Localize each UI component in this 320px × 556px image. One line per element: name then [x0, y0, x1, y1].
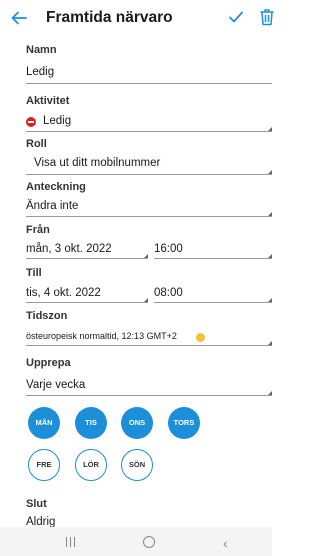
to-label: Till: [26, 267, 42, 279]
back-chevron-icon[interactable]: ‹: [223, 535, 228, 551]
dropdown-arrow-icon: [144, 254, 148, 258]
note-underline: [26, 216, 272, 217]
note-label: Anteckning: [26, 181, 86, 193]
timezone-select[interactable]: östeuropeisk normaltid, 12:13 GMT+2: [26, 331, 177, 341]
dropdown-arrow-icon: [268, 127, 272, 131]
name-field[interactable]: Ledig: [26, 66, 54, 78]
dropdown-arrow-icon: [268, 391, 272, 395]
from-date-picker[interactable]: mån, 3 okt. 2022: [26, 243, 112, 255]
end-select[interactable]: Aldrig: [26, 516, 55, 527]
to-time-underline: [154, 302, 272, 303]
home-circle-icon[interactable]: [143, 536, 155, 548]
page-title: Framtida närvaro: [46, 9, 173, 26]
trash-icon[interactable]: [259, 8, 275, 26]
name-label: Namn: [26, 44, 57, 56]
role-select[interactable]: Visa ut ditt mobilnummer: [34, 157, 160, 169]
system-nav-bar: ‹: [0, 527, 272, 556]
from-time-underline: [154, 258, 272, 259]
activity-label: Aktivitet: [26, 95, 70, 107]
recent-apps-icon[interactable]: [66, 537, 76, 547]
day-toggle-fri[interactable]: FRE: [28, 449, 60, 481]
dropdown-arrow-icon: [144, 298, 148, 302]
repeat-label: Upprepa: [26, 357, 71, 369]
smiley-icon: [196, 333, 205, 342]
app-bar: Framtida närvaro: [0, 0, 275, 36]
to-time-picker[interactable]: 08:00: [154, 287, 183, 299]
day-toggle-wed[interactable]: ONS: [121, 407, 153, 439]
check-icon[interactable]: [228, 9, 244, 25]
from-date-underline: [26, 258, 148, 259]
role-label: Roll: [26, 138, 47, 150]
day-toggle-tue[interactable]: TIS: [75, 407, 107, 439]
to-date-underline: [26, 302, 148, 303]
day-toggle-thu[interactable]: TORS: [168, 407, 200, 439]
activity-underline: [26, 131, 272, 132]
dropdown-arrow-icon: [268, 298, 272, 302]
note-select[interactable]: Ändra inte: [26, 200, 78, 212]
activity-select[interactable]: Ledig: [43, 115, 71, 127]
repeat-select[interactable]: Varje vecka: [26, 379, 85, 391]
end-label: Slut: [26, 498, 47, 510]
dropdown-arrow-icon: [268, 170, 272, 174]
do-not-enter-icon: [26, 117, 36, 127]
name-underline: [26, 83, 272, 84]
from-label: Från: [26, 224, 50, 236]
dropdown-arrow-icon: [268, 254, 272, 258]
repeat-underline: [26, 395, 272, 396]
day-toggle-sun[interactable]: SÖN: [121, 449, 153, 481]
role-underline: [26, 174, 272, 175]
day-toggle-mon[interactable]: MÅN: [28, 407, 60, 439]
dropdown-arrow-icon: [268, 341, 272, 345]
dropdown-arrow-icon: [268, 212, 272, 216]
day-toggle-sat[interactable]: LÖR: [75, 449, 107, 481]
arrow-left-icon[interactable]: [10, 9, 28, 27]
timezone-underline: [26, 345, 272, 346]
to-date-picker[interactable]: tis, 4 okt. 2022: [26, 287, 101, 299]
timezone-label: Tidszon: [26, 310, 68, 322]
from-time-picker[interactable]: 16:00: [154, 243, 183, 255]
